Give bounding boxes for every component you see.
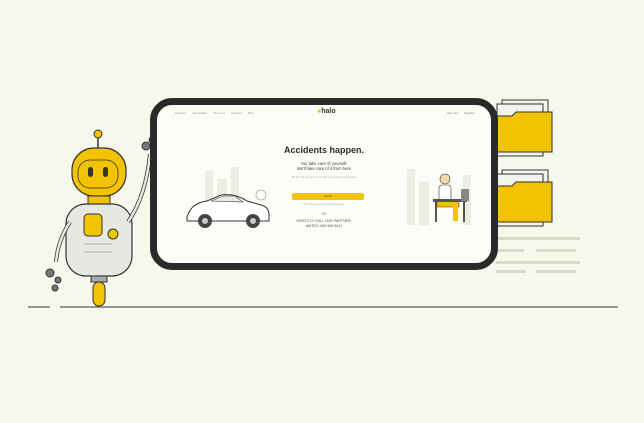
- phone-frame: Services Specialists About Us Careers Bl…: [150, 98, 498, 270]
- page-subheadline: You take care of yourself. We'll take ca…: [157, 161, 491, 171]
- register-link-text[interactable]: Don't have an account? Register here: [157, 203, 491, 206]
- or-divider: OR: [321, 212, 327, 216]
- nav-item[interactable]: Blog: [248, 111, 254, 115]
- call-line-2[interactable]: AMTEC: 689 566 5411: [157, 224, 491, 229]
- nav-item[interactable]: Specialists: [193, 111, 207, 115]
- list-lines: [496, 237, 580, 273]
- brand-logo[interactable]: ●halo: [317, 108, 336, 115]
- login-button[interactable]: Log In: [292, 193, 364, 200]
- folder-icon: [495, 99, 553, 157]
- hint-text: Be the 1st, we are here to help - just s…: [291, 176, 357, 179]
- folder-icon: [495, 169, 553, 227]
- nav-left: Services Specialists About Us Careers Bl…: [175, 111, 254, 115]
- robot-illustration: [45, 129, 156, 307]
- nav-item[interactable]: About Us: [213, 111, 225, 115]
- nav-item[interactable]: Careers: [231, 111, 242, 115]
- nav-right: Sign Up Register: [447, 111, 475, 115]
- call-partner-text: DIRECTLY CALL OUR PARTNER, AMTEC: 689 56…: [157, 219, 491, 229]
- brand-name: halo: [321, 108, 336, 115]
- sign-up-link[interactable]: Sign Up: [447, 111, 458, 115]
- page-headline: Accidents happen.: [283, 145, 364, 155]
- register-link[interactable]: Register: [464, 111, 475, 115]
- subline-2: We'll take care of it from here: [296, 166, 352, 171]
- nav-item[interactable]: Services: [175, 111, 187, 115]
